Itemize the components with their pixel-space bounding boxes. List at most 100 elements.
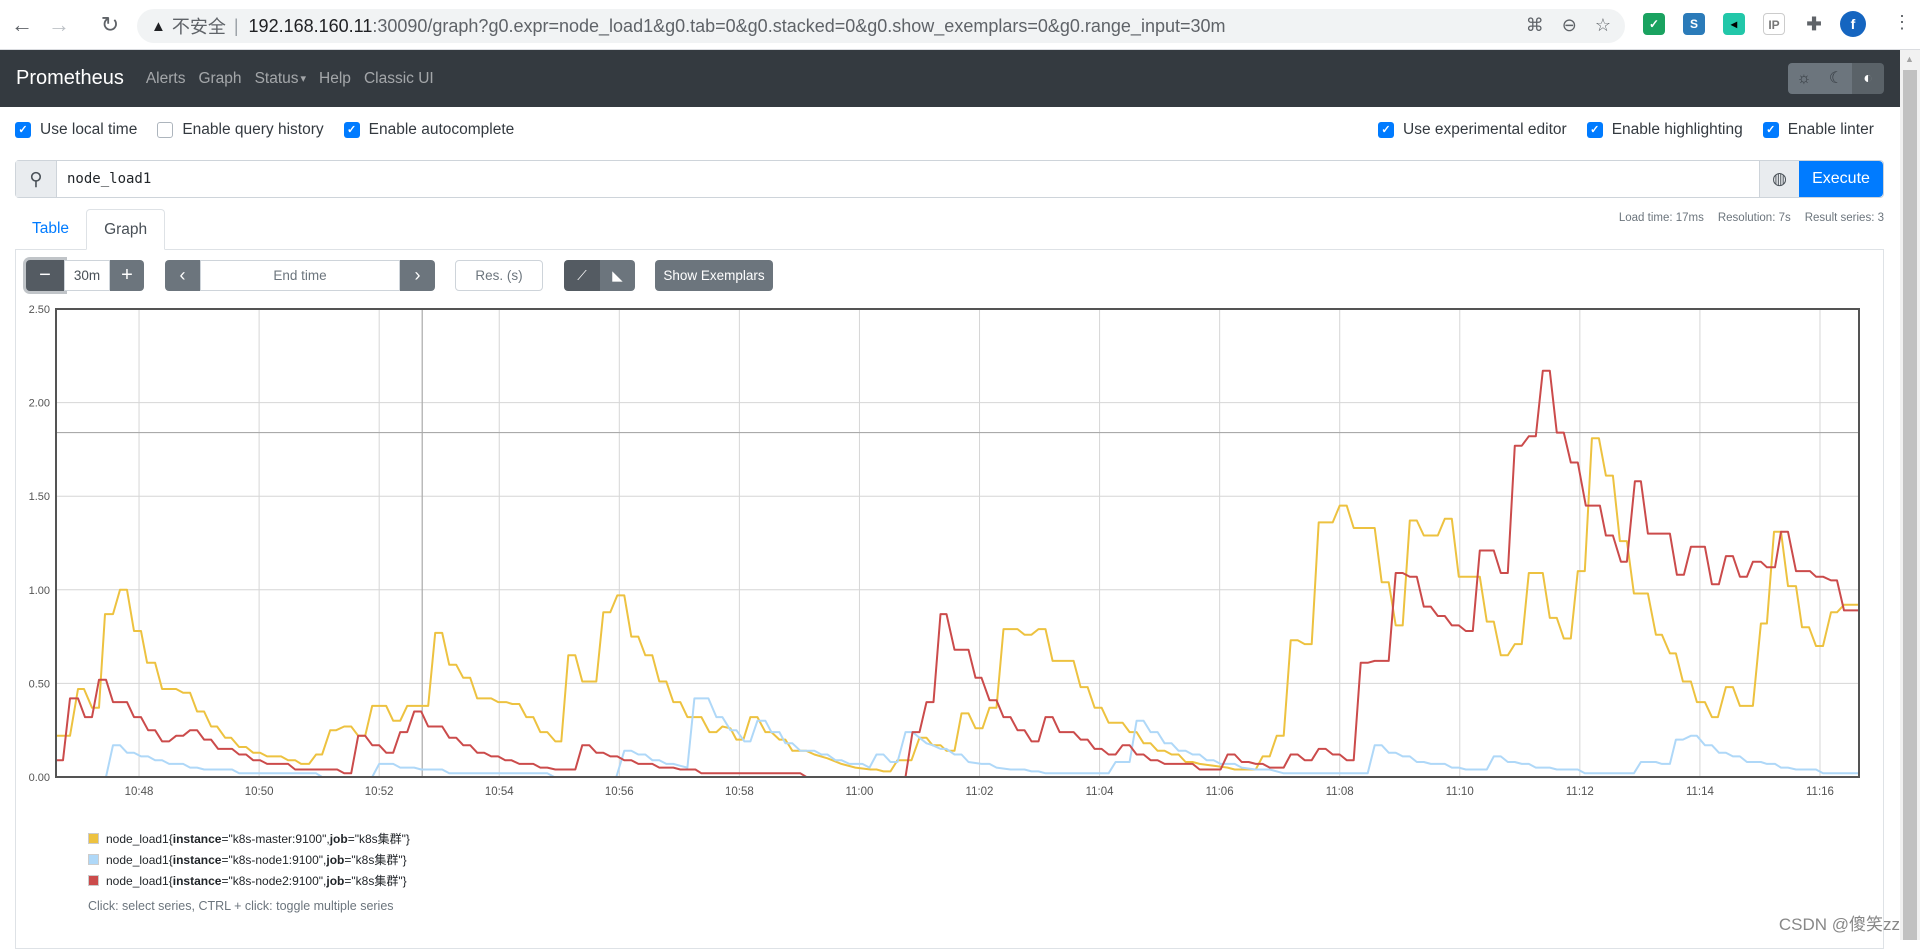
legend-instance: "k8s-master:9100" [228, 831, 327, 846]
legend-instance: "k8s-node1:9100" [228, 852, 324, 867]
legend-label-name: job [329, 831, 348, 846]
legend-label-name: job [326, 873, 345, 888]
options-left: ✓ Use local time Enable query history ✓ En… [15, 121, 534, 139]
back-icon[interactable]: ← [8, 12, 36, 38]
legend-metric: node_load1 [106, 831, 169, 846]
y-tick-label: 1.50 [29, 491, 50, 503]
legend-metric: node_load1 [106, 852, 169, 867]
legend-job: "k8s集群" [351, 874, 403, 888]
label-linter: Enable linter [1787, 121, 1874, 138]
chevron-left-icon[interactable]: ‹ [165, 260, 200, 291]
stacked-chart-icon[interactable]: ◣ [600, 260, 635, 291]
menu-icon[interactable]: ⋮ [1893, 12, 1911, 33]
tab-graph[interactable]: Graph [86, 209, 166, 250]
separator: | [233, 15, 239, 36]
graph-chart[interactable]: 10:48 10:50 10:52 10:54 10:56 10:58 11:00 11:02… [0, 300, 1900, 810]
label-use-local-time: Use local time [40, 121, 138, 138]
legend-hint: Click: select series, CTRL + click: togg… [88, 899, 394, 913]
chevron-right-icon[interactable]: › [400, 260, 435, 291]
checkbox-linter[interactable]: ✓ [1762, 122, 1779, 138]
expression-input[interactable]: node_load1 [57, 161, 1759, 197]
x-tick-label: 10:58 [725, 786, 754, 798]
puzzle-extension-icon[interactable]: ✚ [1803, 13, 1825, 35]
reload-icon[interactable]: ↻ [96, 12, 124, 38]
sun-icon[interactable]: ☼ [1788, 63, 1820, 94]
nav-alerts[interactable]: Alerts [146, 70, 186, 88]
tab-table[interactable]: Table [15, 209, 86, 250]
legend-job: "k8s集群" [351, 853, 403, 867]
range-input[interactable]: 30m [64, 260, 110, 291]
nav-graph[interactable]: Graph [198, 70, 241, 88]
chevron-down-icon[interactable]: ▾ [301, 72, 307, 85]
warning-icon: ▲ [151, 17, 166, 35]
profile-avatar[interactable]: f [1840, 11, 1866, 37]
x-tick-label: 11:02 [966, 786, 994, 798]
y-tick-label: 0.00 [29, 772, 50, 784]
checkbox-highlighting[interactable]: ✓ [1586, 122, 1603, 138]
x-tick-label: 10:56 [605, 786, 634, 798]
increase-range-button[interactable]: + [110, 260, 144, 291]
line-chart-icon[interactable]: ⟋ [564, 260, 600, 291]
x-tick-label: 10:54 [485, 786, 514, 798]
result-series: Result series: 3 [1804, 212, 1884, 224]
checkbox-experimental-editor[interactable]: ✓ [1378, 122, 1394, 138]
legend: node_load1{instance = "k8s-master:9100", j… [88, 828, 410, 913]
x-tick-label: 10:50 [245, 786, 274, 798]
y-tick-label: 0.50 [29, 678, 50, 690]
theme-toggle: ☼ ☾ ◐ [1788, 63, 1884, 94]
show-exemplars-button[interactable]: Show Exemplars [655, 260, 773, 291]
legend-label-name: instance [172, 831, 222, 846]
legend-item-node2[interactable]: node_load1{instance = "k8s-node2:9100", jo… [88, 870, 410, 891]
scrollbar[interactable]: ▲ [1900, 50, 1920, 940]
label-highlighting: Enable highlighting [1611, 121, 1743, 138]
security-label: 不安全 [171, 17, 226, 37]
s-extension-icon[interactable]: S [1683, 13, 1705, 35]
scrollbar-thumb[interactable] [1903, 70, 1917, 940]
x-tick-label: 11:04 [1086, 786, 1115, 798]
translate-icon[interactable]: ⌘ [1526, 15, 1544, 36]
resolution-input[interactable]: Res. (s) [455, 260, 543, 291]
legend-label-name: job [326, 852, 345, 867]
legend-label-name: instance [172, 852, 222, 867]
url-host: 192.168.160.11 [248, 15, 373, 36]
contrast-icon[interactable]: ◐ [1852, 63, 1884, 94]
watermark: CSDN @傻笑zz [1778, 915, 1900, 934]
series-line-2 [56, 369, 1859, 778]
decrease-range-button[interactable]: − [26, 260, 64, 291]
legend-instance: "k8s-node2:9100" [228, 873, 324, 888]
tabs: Table Graph [15, 209, 166, 250]
browser-toolbar: ← → ↻ ▲ 不安全 | 192.168.160.11 :30090/grap… [0, 0, 1920, 50]
series-line-0 [56, 437, 1859, 773]
end-time-input[interactable]: End time [200, 260, 400, 291]
x-tick-label: 11:10 [1446, 786, 1474, 798]
y-tick-label: 2.50 [29, 304, 50, 316]
shield-extension-icon[interactable]: ✓ [1643, 13, 1665, 35]
resolution: Resolution: 7s [1717, 212, 1791, 224]
nav-help[interactable]: Help [319, 70, 351, 88]
metrics-explorer-icon[interactable]: ◍ [1759, 161, 1799, 197]
brand[interactable]: Prometheus [16, 67, 124, 90]
address-bar[interactable]: ▲ 不安全 | 192.168.160.11 :30090/graph?g0.e… [137, 9, 1625, 43]
execute-button[interactable]: Execute [1799, 161, 1883, 197]
checkbox-use-local-time[interactable]: ✓ [15, 122, 31, 138]
legend-item-master[interactable]: node_load1{instance = "k8s-master:9100", j… [88, 828, 410, 849]
legend-swatch [88, 875, 99, 886]
star-icon[interactable]: ☆ [1595, 15, 1611, 36]
query-stats: Load time: 17ms Resolution: 7s Result se… [1619, 212, 1884, 224]
search-icon: ⚲ [16, 161, 57, 197]
checkbox-autocomplete[interactable]: ✓ [343, 122, 360, 138]
nav-status[interactable]: Status [255, 70, 299, 88]
label-query-history: Enable query history [182, 121, 324, 138]
forward-icon[interactable]: → [45, 12, 73, 38]
zoom-icon[interactable]: ⊖ [1562, 15, 1577, 36]
legend-item-node1[interactable]: node_load1{instance = "k8s-node1:9100", jo… [88, 849, 410, 870]
x-tick-label: 11:12 [1566, 786, 1594, 798]
label-autocomplete: Enable autocomplete [368, 121, 515, 138]
moon-icon[interactable]: ☾ [1820, 63, 1852, 94]
audio-extension-icon[interactable]: ◂ [1723, 13, 1745, 35]
scroll-up-icon[interactable]: ▲ [1905, 54, 1914, 64]
legend-swatch [88, 833, 99, 844]
nav-classic-ui[interactable]: Classic UI [364, 70, 434, 88]
checkbox-query-history[interactable] [157, 122, 174, 138]
ip-extension-icon[interactable]: IP [1763, 13, 1785, 35]
